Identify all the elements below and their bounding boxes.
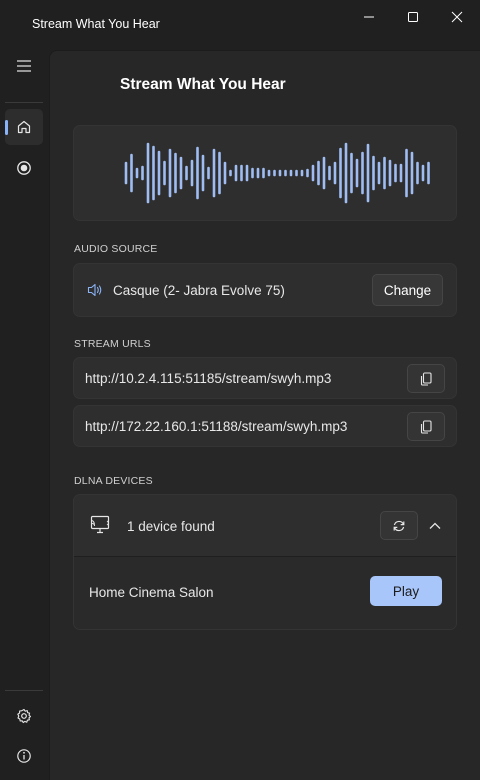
title-bar: Stream What You Hear [0,0,480,48]
chevron-up-icon [429,522,441,529]
stream-url-text[interactable]: http://172.22.160.1:51188/stream/swyh.mp… [85,419,347,434]
page-title: Stream What You Hear [120,76,286,93]
maximize-icon [408,12,418,22]
window-title: Stream What You Hear [32,17,160,31]
device-name: Home Cinema Salon [89,585,214,600]
copy-icon [420,371,432,386]
close-button[interactable] [434,0,480,34]
waveform-graphic [124,142,430,204]
sidebar-item-record[interactable] [5,150,43,186]
audio-source-name: Casque (2- Jabra Evolve 75) [113,283,285,298]
audio-source-heading: AUDIO SOURCE [74,243,158,255]
record-icon [17,161,31,175]
maximize-button[interactable] [390,0,436,34]
sidebar-divider [5,102,43,103]
home-icon [17,120,31,134]
soundwave-logo-icon [74,72,106,98]
play-button[interactable]: Play [370,576,442,606]
stream-urls-heading: STREAM URLS [74,338,151,350]
cast-monitor-icon [90,515,110,534]
refresh-icon [393,520,405,531]
change-source-button[interactable]: Change [372,274,443,306]
copy-url-button[interactable] [407,412,445,441]
stream-url-row: http://172.22.160.1:51188/stream/swyh.mp… [73,405,457,447]
audio-source-card: Casque (2- Jabra Evolve 75) Change [73,263,457,317]
stream-url-row: http://10.2.4.115:51185/stream/swyh.mp3 [73,357,457,399]
stream-url-text[interactable]: http://10.2.4.115:51185/stream/swyh.mp3 [85,371,331,386]
close-icon [451,11,463,23]
device-count-status: 1 device found [127,519,215,534]
copy-icon [420,419,432,434]
speaker-icon [87,283,102,297]
copy-url-button[interactable] [407,364,445,393]
dlna-device-row: Home Cinema Salon Play [74,557,456,629]
collapse-button[interactable] [424,513,446,539]
hamburger-menu-icon [17,60,31,72]
app-header: Stream What You Hear [74,69,286,101]
sidebar-item-settings[interactable] [5,698,43,734]
gear-icon [17,708,32,724]
dlna-devices-expander: 1 device found Home Cinema Salon Play [73,494,457,630]
sidebar [0,48,48,780]
dlna-devices-heading: DLNA DEVICES [74,475,153,487]
dlna-expander-header[interactable]: 1 device found [74,495,456,557]
sidebar-item-home[interactable] [5,109,43,145]
info-icon [17,749,31,763]
main-content: Stream What You Hear AUDIO SOURCE Casque… [49,50,480,780]
minimize-icon [364,16,374,18]
active-indicator [5,120,8,135]
waveform-visualizer [73,125,457,221]
sidebar-item-about[interactable] [5,738,43,774]
refresh-devices-button[interactable] [380,511,418,540]
sidebar-bottom-divider [5,690,43,691]
minimize-button[interactable] [346,0,392,34]
hamburger-menu-button[interactable] [5,48,43,84]
